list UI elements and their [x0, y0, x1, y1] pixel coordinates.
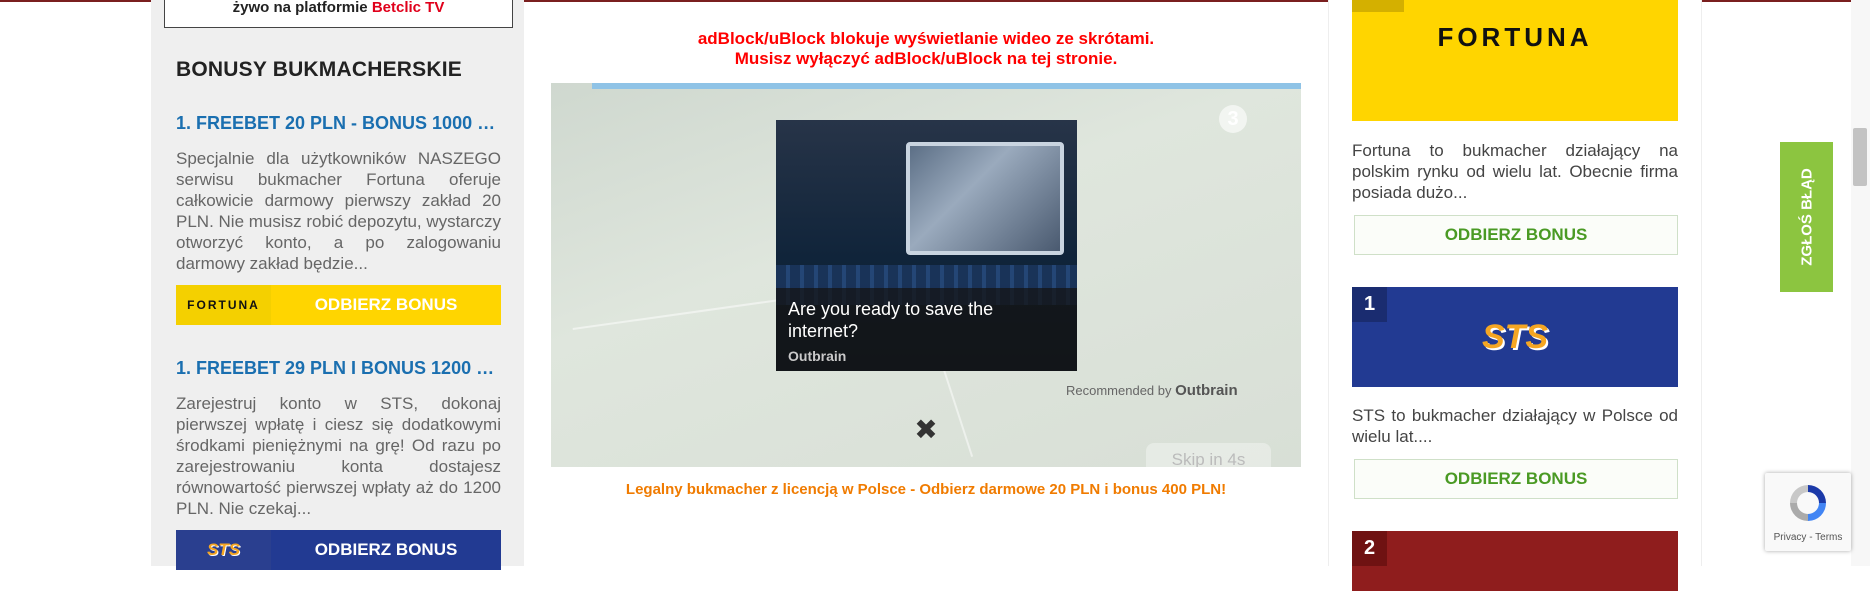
adblock-warning-line2: Musisz wyłączyć adBlock/uBlock na tej st… — [734, 49, 1118, 68]
fortuna-logo: FORTUNA — [1437, 22, 1593, 52]
sts-description: STS to bukmacher działający w Polsce od … — [1352, 406, 1678, 446]
recaptcha-icon — [1790, 485, 1826, 521]
left-sidebar: żywo na platformie Betclic TV BONUSY BUK… — [151, 0, 524, 570]
recaptcha-links[interactable]: Privacy - Terms — [1765, 532, 1851, 543]
betclic-prefix: żywo na platformie — [232, 0, 368, 16]
video-progress-bar — [592, 83, 1301, 89]
fortuna-logo: FORTUNA — [176, 285, 271, 325]
video-counter: 3 — [1219, 105, 1247, 133]
scrollbar-thumb[interactable] — [1853, 128, 1867, 186]
adblock-warning: adBlock/uBlock blokuje wyświetlanie wide… — [551, 29, 1301, 69]
betclic-brand[interactable]: Betclic TV — [372, 0, 445, 16]
bonus-text-fortuna: Specjalnie dla użytkowników NASZEGO serw… — [176, 149, 501, 273]
bonus-link-fortuna[interactable]: 1. FREEBET 20 PLN - BONUS 1000 PLN — [176, 113, 498, 134]
outbrain-brand: Outbrain — [1175, 382, 1238, 399]
close-ad-icon[interactable]: ✖ — [912, 413, 940, 447]
fortuna-description: Fortuna to bukmacher działający na polsk… — [1352, 141, 1678, 202]
claim-bonus-label: ODBIERZ BONUS — [271, 285, 501, 325]
adblock-warning-line1: adBlock/uBlock blokuje wyświetlanie wide… — [697, 29, 1155, 48]
promo-link[interactable]: Legalny bukmacher z licencją w Polsce - … — [551, 481, 1301, 498]
sts-logo: STS — [1481, 317, 1549, 356]
claim-bonus-button-fortuna[interactable]: FORTUNA ODBIERZ BONUS — [176, 285, 501, 325]
claim-bonus-button-fortuna[interactable]: ODBIERZ BONUS — [1354, 215, 1678, 255]
recommended-by[interactable]: Recommended by Outbrain — [1066, 382, 1238, 399]
third-banner[interactable]: 2 — [1352, 531, 1678, 591]
report-error-tab[interactable]: ZGŁOŚ BŁĄD — [1780, 142, 1833, 292]
rank-badge: 2 — [1352, 531, 1387, 566]
bonus-link-sts[interactable]: 1. FREEBET 29 PLN I BONUS 1200 PLN — [176, 358, 498, 379]
claim-bonus-button-sts[interactable]: STS ODBIERZ BONUS — [176, 530, 501, 570]
fortuna-banner[interactable]: FORTUNA — [1352, 0, 1678, 121]
ad-image-monitor — [906, 142, 1064, 255]
bonus-text-sts: Zarejestruj konto w STS, dokonaj pierwsz… — [176, 394, 501, 518]
outbrain-ad-card[interactable]: Are you ready to save the internet? Outb… — [776, 120, 1077, 371]
recaptcha-badge[interactable]: Privacy - Terms — [1765, 473, 1851, 551]
scrollbar-track[interactable] — [1851, 0, 1870, 566]
right-column: FORTUNA Fortuna to bukmacher działający … — [1328, 0, 1702, 591]
betclic-tv-box[interactable]: żywo na platformie Betclic TV — [164, 0, 513, 28]
skip-ad-button[interactable]: Skip in 4s — [1146, 443, 1271, 467]
ad-source: Outbrain — [788, 348, 847, 364]
recommended-prefix: Recommended by — [1066, 383, 1172, 398]
report-error-label: ZGŁOŚ BŁĄD — [1798, 168, 1815, 266]
claim-bonus-label: ODBIERZ BONUS — [271, 530, 501, 570]
claim-bonus-button-sts[interactable]: ODBIERZ BONUS — [1354, 459, 1678, 499]
ad-caption: Are you ready to save the internet? Outb… — [776, 288, 1077, 371]
sts-logo: STS — [176, 530, 271, 570]
video-player[interactable]: 3 Are you ready to save the internet? Ou… — [551, 83, 1301, 467]
rank-tab — [1352, 0, 1404, 12]
ad-headline: Are you ready to save the internet? — [788, 299, 994, 341]
sidebar-title: BONUSY BUKMACHERSKIE — [176, 58, 462, 81]
sts-banner[interactable]: 1 STS — [1352, 287, 1678, 387]
